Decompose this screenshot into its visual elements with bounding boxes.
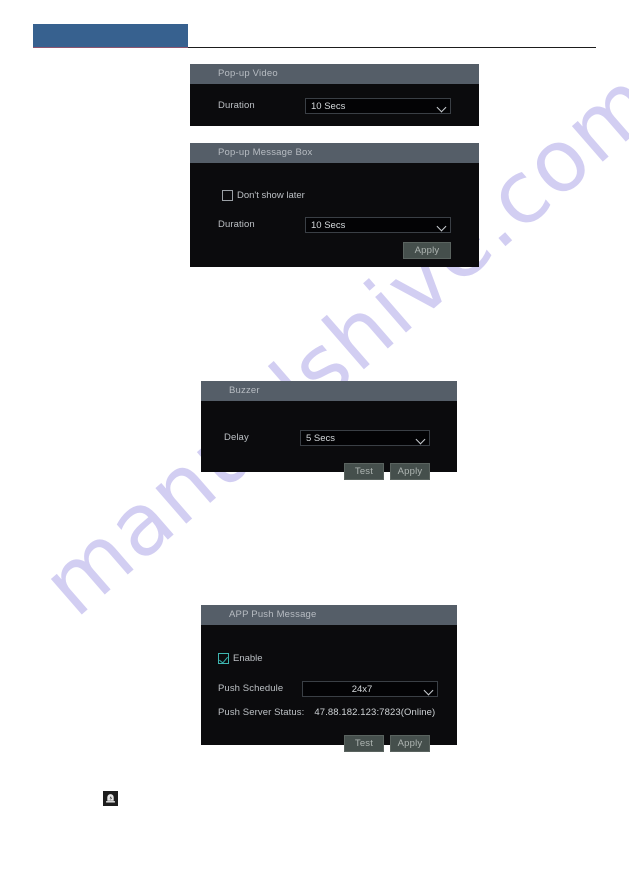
enable-row[interactable]: Enable xyxy=(218,653,263,664)
chevron-down-icon xyxy=(421,682,437,696)
duration-row-video: Duration xyxy=(218,100,255,111)
panel-popup-video-body: Duration 10 Secs xyxy=(190,84,479,126)
duration-label-msgbox: Duration xyxy=(218,219,255,230)
duration-label-video: Duration xyxy=(218,100,255,111)
delay-label: Delay xyxy=(224,432,249,443)
header-accent-band xyxy=(33,24,188,48)
dont-show-later-row[interactable]: Don't show later xyxy=(222,190,305,201)
panel-buzzer-body: Delay 5 Secs Test Apply xyxy=(201,401,457,480)
push-schedule-label: Push Schedule xyxy=(218,683,284,694)
push-server-status-row: Push Server Status: 47.88.182.123:7823(O… xyxy=(218,707,435,718)
panel-app-push-message: APP Push Message Enable Push Schedule 24… xyxy=(201,605,457,752)
apply-button-buzzer[interactable]: Apply xyxy=(390,463,430,480)
chevron-down-icon xyxy=(434,99,450,113)
panel-popup-video-title: Pop-up Video xyxy=(190,64,479,84)
panel-buzzer-title: Buzzer xyxy=(201,381,457,401)
test-button-buzzer[interactable]: Test xyxy=(344,463,384,480)
panel-app-push-message-title: APP Push Message xyxy=(201,605,457,625)
panel-popup-video: Pop-up Video Duration 10 Secs xyxy=(190,64,479,126)
delay-select[interactable]: 5 Secs xyxy=(300,430,430,446)
chevron-down-icon xyxy=(413,431,429,445)
panel-app-push-message-body: Enable Push Schedule 24x7 Push Server St… xyxy=(201,625,457,752)
duration-select-video[interactable]: 10 Secs xyxy=(305,98,451,114)
test-button-app-push[interactable]: Test xyxy=(344,735,384,752)
push-server-status-label: Push Server Status: xyxy=(218,707,305,718)
push-schedule-row: Push Schedule xyxy=(218,683,283,694)
duration-select-video-value: 10 Secs xyxy=(311,100,346,112)
push-server-status-value: 47.88.182.123:7823(Online) xyxy=(314,707,436,718)
push-schedule-select-value: 24x7 xyxy=(351,683,373,695)
apply-button-msgbox[interactable]: Apply xyxy=(403,242,451,259)
duration-row-msgbox: Duration xyxy=(218,219,255,230)
enable-label: Enable xyxy=(233,653,263,664)
dont-show-later-checkbox[interactable] xyxy=(222,190,233,201)
panel-buzzer: Buzzer Delay 5 Secs Test Apply xyxy=(201,381,457,480)
chevron-down-icon xyxy=(434,218,450,232)
duration-select-msgbox[interactable]: 10 Secs xyxy=(305,217,451,233)
panel-popup-message-box: Pop-up Message Box Don't show later Dura… xyxy=(190,143,479,267)
delay-select-value: 5 Secs xyxy=(306,432,336,444)
header-divider-accent xyxy=(33,47,188,48)
dont-show-later-label: Don't show later xyxy=(237,190,305,201)
apply-button-app-push[interactable]: Apply xyxy=(390,735,430,752)
push-schedule-select[interactable]: 24x7 xyxy=(302,681,438,697)
panel-popup-message-box-title: Pop-up Message Box xyxy=(190,143,479,163)
duration-select-msgbox-value: 10 Secs xyxy=(311,219,346,231)
watermark-text: manualshive.com xyxy=(24,51,629,636)
panel-popup-message-box-body: Don't show later Duration 10 Secs Apply xyxy=(190,163,479,267)
enable-checkbox[interactable] xyxy=(218,653,229,664)
buzzer-icon xyxy=(103,791,118,806)
delay-row: Delay xyxy=(224,432,249,443)
